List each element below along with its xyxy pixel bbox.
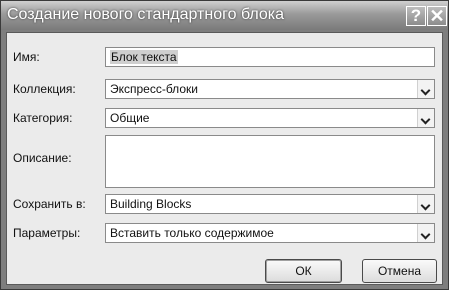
- dropdown-arrow-icon[interactable]: [417, 109, 434, 127]
- save-in-label: Сохранить в:: [13, 197, 86, 211]
- save-in-value: Building Blocks: [110, 197, 192, 211]
- category-value: Общие: [110, 111, 150, 125]
- category-label: Категория:: [13, 111, 73, 125]
- collection-select[interactable]: Экспресс-блоки: [105, 79, 435, 99]
- dropdown-arrow-icon[interactable]: [417, 80, 434, 98]
- dropdown-arrow-icon[interactable]: [417, 195, 434, 213]
- dialog-title: Создание нового стандартного блока: [7, 6, 285, 23]
- collection-value: Экспресс-блоки: [110, 82, 198, 96]
- dialog-body: Имя: Блок текста Коллекция: Экспресс-бло…: [6, 32, 443, 285]
- options-select[interactable]: Вставить только содержимое: [105, 223, 435, 243]
- name-value: Блок текста: [110, 50, 178, 64]
- help-icon[interactable]: ?: [406, 6, 426, 26]
- title-bar[interactable]: Создание нового стандартного блока ? ✕: [1, 1, 448, 30]
- ok-button[interactable]: ОК: [265, 259, 342, 283]
- options-label: Параметры:: [13, 226, 81, 240]
- description-label: Описание:: [13, 151, 72, 165]
- dropdown-arrow-icon[interactable]: [417, 224, 434, 242]
- description-textarea[interactable]: [105, 135, 435, 188]
- save-in-select[interactable]: Building Blocks: [105, 194, 435, 214]
- create-building-block-dialog: Создание нового стандартного блока ? ✕ И…: [0, 0, 449, 290]
- options-value: Вставить только содержимое: [110, 226, 274, 240]
- category-select[interactable]: Общие: [105, 108, 435, 128]
- collection-label: Коллекция:: [13, 82, 76, 96]
- close-icon[interactable]: ✕: [427, 6, 447, 26]
- name-label: Имя:: [13, 50, 40, 64]
- name-input[interactable]: Блок текста: [105, 47, 435, 67]
- cancel-button[interactable]: Отмена: [362, 259, 437, 283]
